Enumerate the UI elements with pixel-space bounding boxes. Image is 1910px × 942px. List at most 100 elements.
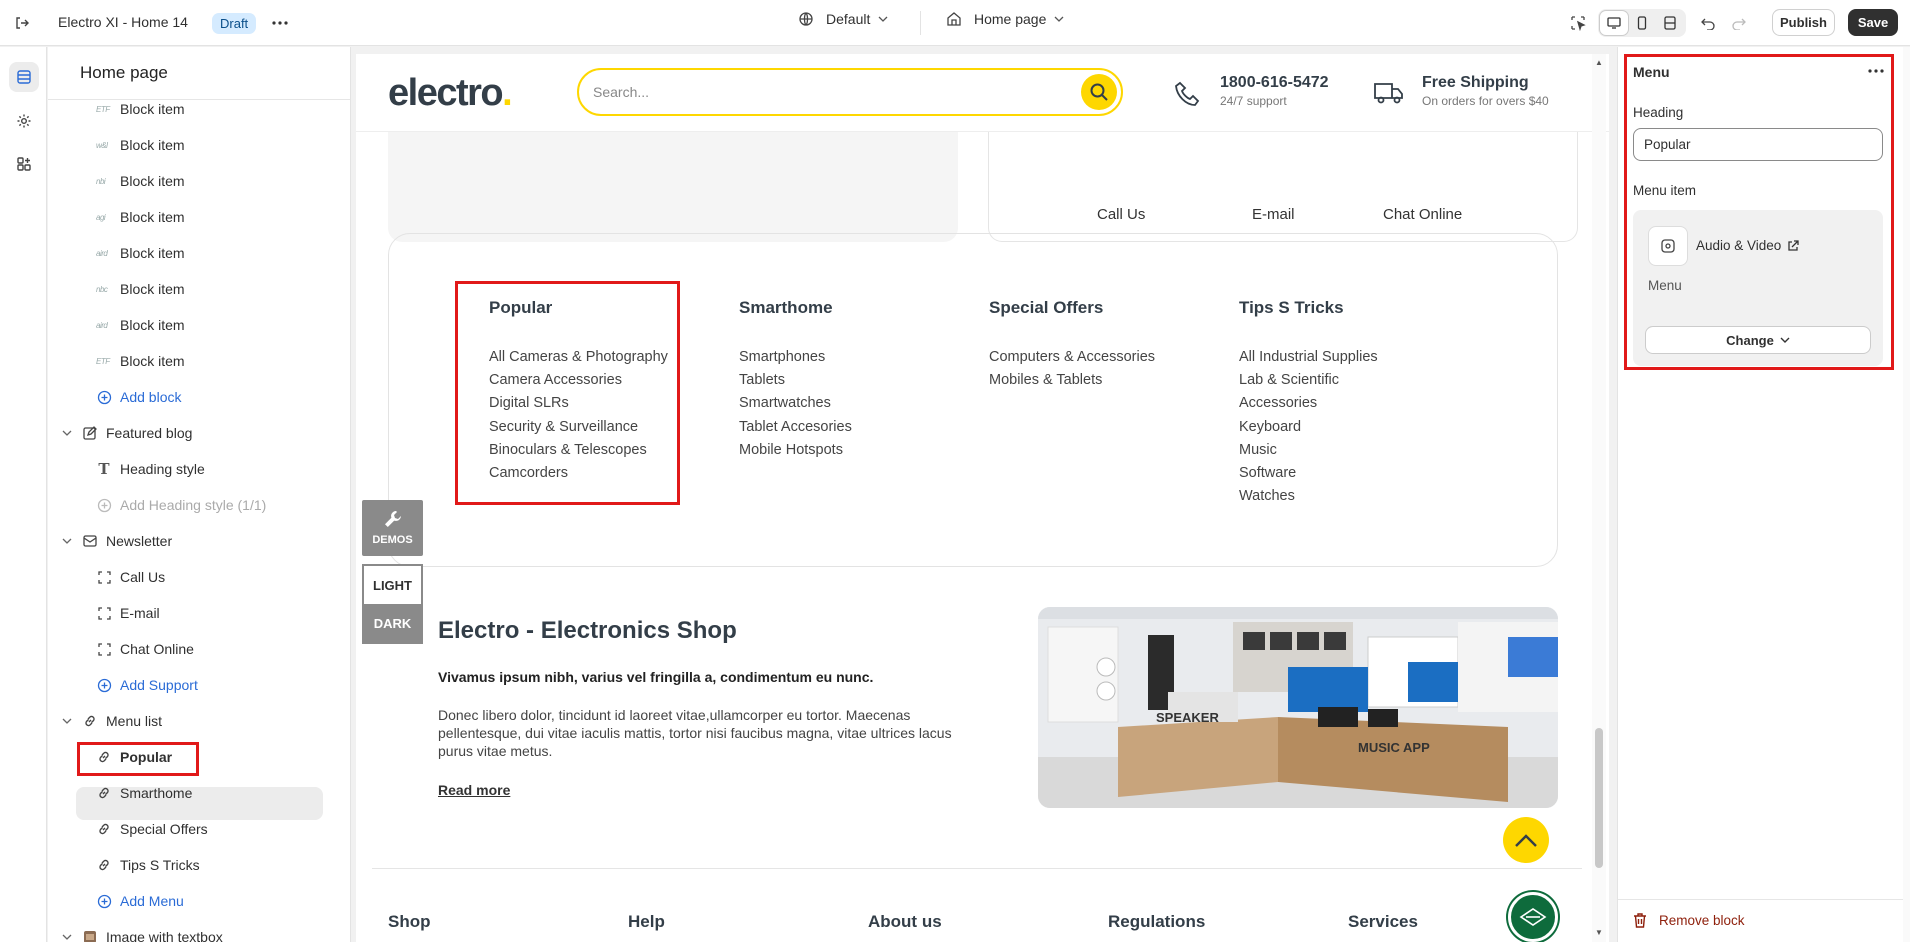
truck-icon [1374, 83, 1403, 104]
block-menu-special-offers[interactable]: Special Offers [96, 814, 208, 844]
section-image-with-textbox[interactable]: Image with textbox [62, 922, 223, 942]
menu-link[interactable]: Mobile Hotspots [739, 439, 852, 462]
add-heading-style-button[interactable]: Add Heading style (1/1) [96, 490, 266, 520]
chat-widget-icon [1519, 908, 1547, 926]
block-menu-popular[interactable]: Popular [96, 742, 172, 772]
block-item[interactable]: aird Block item [96, 238, 185, 268]
menu-link[interactable]: Keyboard [1239, 416, 1378, 439]
redo-icon[interactable] [1727, 11, 1751, 35]
block-thumb-icon: ETF [96, 356, 110, 366]
block-item[interactable]: nbc Block item [96, 274, 185, 304]
remove-block-button[interactable]: Remove block [1633, 913, 1745, 928]
menu-link[interactable]: Music [1239, 439, 1378, 462]
block-menu-tips-tricks[interactable]: Tips S Tricks [96, 850, 200, 880]
chevron-down-icon[interactable] [62, 718, 76, 724]
phone-contact[interactable]: 1800-616-5472 24/7 support [1174, 74, 1329, 108]
fullscreen-icon[interactable] [1656, 11, 1684, 35]
chevron-down-icon[interactable] [62, 934, 76, 940]
store-logo[interactable]: electro. [388, 72, 513, 115]
menu-link[interactable]: Tablet Accesories [739, 416, 852, 439]
block-email[interactable]: E-mail [96, 598, 160, 628]
block-call-us[interactable]: Call Us [96, 562, 165, 592]
image-sign-text: SPEAKER [1156, 710, 1219, 725]
theme-name: Electro XI - Home 14 [58, 14, 188, 30]
block-heading-style[interactable]: T Heading style [96, 454, 204, 484]
section-featured-blog[interactable]: Featured blog [62, 418, 192, 448]
scroll-up-icon[interactable]: ▲ [1595, 58, 1603, 67]
gear-icon[interactable] [9, 106, 39, 136]
block-item[interactable]: ETF Block item [96, 346, 185, 376]
mobile-icon[interactable] [1628, 11, 1656, 35]
menu-link[interactable]: Mobiles & Tablets [989, 369, 1155, 392]
chevron-down-icon[interactable] [62, 430, 76, 436]
block-item[interactable]: agi Block item [96, 202, 185, 232]
settings-scrollbar[interactable] [1903, 47, 1910, 942]
call-us-link[interactable]: Call Us [1097, 206, 1145, 223]
menu-heading[interactable]: Tips S Tricks [1239, 298, 1378, 318]
demos-button[interactable]: DEMOS [362, 500, 423, 556]
link-icon [96, 857, 112, 873]
footer-heading-shop: Shop [388, 912, 431, 931]
read-more-link[interactable]: Read more [438, 782, 510, 798]
chat-online-link[interactable]: Chat Online [1383, 206, 1462, 223]
theme-toggle: LIGHT DARK [362, 564, 423, 644]
menu-link[interactable]: Smartwatches [739, 392, 852, 415]
section-menu-list[interactable]: Menu list [62, 706, 162, 736]
block-chat-online[interactable]: Chat Online [96, 634, 194, 664]
settings-panel: Menu Heading Popular Menu item Audio & V… [1617, 47, 1910, 942]
menu-link[interactable]: Software [1239, 462, 1378, 485]
block-thumb-icon: aird [96, 248, 108, 258]
footer-divider [372, 868, 1582, 869]
preview-scrollbar[interactable]: ▲ ▼ [1592, 54, 1606, 942]
scroll-to-top-button[interactable] [1503, 817, 1549, 863]
menu-column-special-offers: Special Offers Computers & Accessories M… [989, 298, 1155, 392]
section-newsletter[interactable]: Newsletter [62, 526, 172, 556]
menu-column-tips-tricks: Tips S Tricks All Industrial Supplies La… [1239, 298, 1378, 508]
store-header: electro. Search... 1800-616-5472 24/7 sup… [356, 54, 1609, 132]
sections-icon[interactable] [9, 62, 39, 92]
chat-widget-button[interactable] [1508, 892, 1558, 942]
trash-icon [1634, 913, 1646, 928]
add-support-button[interactable]: Add Support [96, 670, 198, 700]
link-icon [82, 713, 98, 729]
block-item[interactable]: aird Block item [96, 310, 185, 340]
chevron-down-icon[interactable] [62, 538, 76, 544]
block-item[interactable]: ETF Block item [96, 94, 185, 124]
dark-mode-button[interactable]: DARK [364, 604, 421, 642]
menu-link[interactable]: Accessories [1239, 392, 1378, 415]
block-item[interactable]: w&l Block item [96, 130, 185, 160]
desktop-icon[interactable] [1600, 11, 1628, 35]
menu-link[interactable]: Tablets [739, 369, 852, 392]
scrollbar-thumb[interactable] [1595, 728, 1603, 868]
menu-link[interactable]: All Industrial Supplies [1239, 346, 1378, 369]
search-button[interactable] [1081, 74, 1117, 110]
add-menu-button[interactable]: Add Menu [96, 886, 184, 916]
block-menu-smarthome[interactable]: Smarthome [96, 778, 192, 808]
menu-heading[interactable]: Smarthome [739, 298, 852, 318]
blog-card [388, 132, 958, 242]
undo-icon[interactable] [1696, 11, 1720, 35]
chevron-down-icon [1054, 16, 1064, 22]
page-select[interactable]: Home page [946, 11, 1064, 27]
publish-button[interactable]: Publish [1772, 9, 1835, 36]
scroll-down-icon[interactable]: ▼ [1595, 928, 1603, 937]
menu-heading[interactable]: Special Offers [989, 298, 1155, 318]
apps-icon[interactable] [9, 149, 39, 179]
light-mode-button[interactable]: LIGHT [364, 566, 421, 604]
add-block-button[interactable]: Add block [96, 382, 181, 412]
menu-link[interactable]: Lab & Scientific [1239, 369, 1378, 392]
menu-link[interactable]: Computers & Accessories [989, 346, 1155, 369]
save-button[interactable]: Save [1848, 9, 1898, 36]
menu-link[interactable]: Watches [1239, 485, 1378, 508]
search-icon [1090, 83, 1108, 101]
menu-link[interactable]: Smartphones [739, 346, 852, 369]
inspector-icon[interactable] [1566, 11, 1590, 35]
search-input[interactable]: Search... [577, 68, 1123, 116]
wrench-icon [384, 511, 401, 527]
block-item[interactable]: nbi Block item [96, 166, 185, 196]
exit-icon[interactable] [10, 11, 34, 35]
shop-subheading: Vivamus ipsum nibh, varius vel fringilla… [438, 669, 874, 685]
more-options-icon[interactable] [268, 11, 292, 35]
email-link[interactable]: E-mail [1252, 206, 1295, 223]
view-default-select[interactable]: Default [798, 11, 888, 27]
